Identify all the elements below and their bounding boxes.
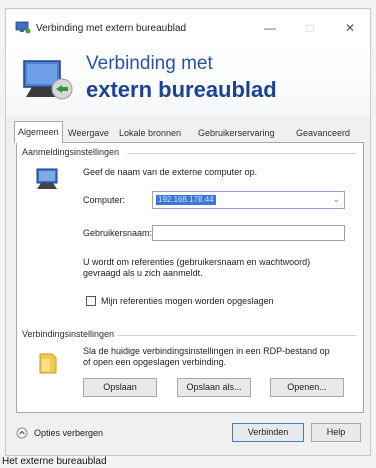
help-button[interactable]: Help bbox=[311, 423, 361, 442]
save-credentials-checkbox[interactable] bbox=[86, 296, 96, 306]
computer-value[interactable]: 192.168.178.44 bbox=[156, 195, 216, 205]
rdp-window: Verbinding met extern bureaublad — □ ✕ V… bbox=[5, 8, 371, 456]
group-divider bbox=[127, 153, 357, 154]
header-banner: Verbinding met extern bureaublad bbox=[6, 45, 370, 117]
taskbar-label: Het externe bureaublad bbox=[2, 456, 107, 467]
connection-description-line2: of open een opgeslagen verbinding. bbox=[83, 357, 227, 367]
hide-options-label[interactable]: Opties verbergen bbox=[34, 428, 103, 438]
minimize-button[interactable]: — bbox=[256, 17, 284, 39]
connect-button[interactable]: Verbinden bbox=[232, 423, 304, 442]
open-button[interactable]: Openen... bbox=[270, 378, 344, 397]
username-label: Gebruikersnaam: bbox=[83, 228, 153, 238]
save-button[interactable]: Opslaan bbox=[83, 378, 157, 397]
chevron-down-icon[interactable]: ⌄ bbox=[332, 194, 340, 205]
maximize-button[interactable]: □ bbox=[296, 17, 324, 39]
remote-desktop-logo-icon bbox=[23, 60, 73, 100]
computer-icon bbox=[36, 168, 58, 189]
connection-description-line1: Sla de huidige verbindingsinstellingen i… bbox=[83, 346, 330, 356]
computer-select[interactable]: 192.168.178.44 ⌄ bbox=[152, 191, 345, 209]
logon-settings-title: Aanmeldingsinstellingen bbox=[22, 147, 120, 157]
close-button[interactable]: ✕ bbox=[336, 17, 364, 39]
banner-title-line1: Verbinding met bbox=[86, 53, 213, 74]
credentials-note-line1: U wordt om referenties (gebruikersnaam e… bbox=[83, 257, 311, 267]
title-bar: Verbinding met extern bureaublad — □ ✕ bbox=[6, 9, 370, 45]
connection-settings-title: Verbindingsinstellingen bbox=[22, 329, 115, 339]
tab-lokale-bronnen[interactable]: Lokale bronnen bbox=[119, 125, 181, 142]
tab-strip: Algemeen Weergave Lokale bronnen Gebruik… bbox=[6, 121, 370, 143]
save-credentials-label[interactable]: Mijn referenties mogen worden opgeslagen bbox=[101, 296, 274, 307]
tab-algemeen[interactable]: Algemeen bbox=[14, 121, 63, 143]
group-divider bbox=[117, 335, 357, 336]
tab-geavanceerd[interactable]: Geavanceerd bbox=[296, 125, 350, 142]
banner-title-line2: extern bureaublad bbox=[86, 77, 277, 102]
tab-weergave[interactable]: Weergave bbox=[68, 125, 109, 142]
save-as-button[interactable]: Opslaan als... bbox=[177, 378, 251, 397]
computer-instruction: Geef de naam van de externe computer op. bbox=[83, 167, 258, 177]
username-input[interactable] bbox=[152, 225, 345, 241]
general-tab-panel: Aanmeldingsinstellingen Geef de naam van… bbox=[16, 142, 364, 413]
tab-gebruikerservaring[interactable]: Gebruikerservaring bbox=[198, 125, 275, 142]
collapse-options-icon[interactable] bbox=[16, 427, 28, 439]
folder-icon bbox=[39, 353, 57, 374]
credentials-note-line2: gevraagd als u zich aanmeldt. bbox=[83, 268, 203, 278]
remote-desktop-app-icon bbox=[15, 21, 31, 34]
window-title: Verbinding met extern bureaublad bbox=[36, 23, 187, 34]
computer-label: Computer: bbox=[83, 195, 126, 205]
